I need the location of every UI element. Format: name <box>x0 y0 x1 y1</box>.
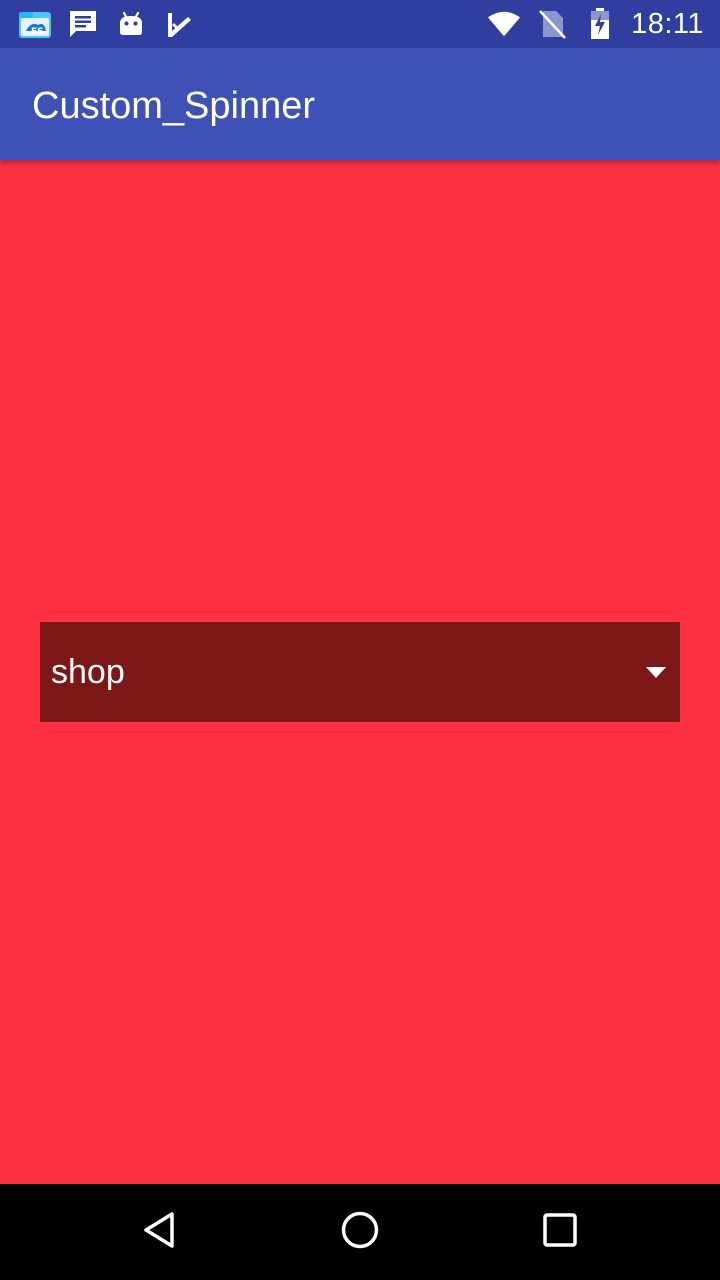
message-icon <box>66 8 100 40</box>
spinner-selected-value: shop <box>51 653 125 691</box>
app-title: Custom_Spinner <box>32 85 316 127</box>
back-icon <box>140 1210 180 1255</box>
home-button[interactable] <box>336 1208 384 1256</box>
wifi-icon <box>487 8 521 40</box>
battery-charging-icon <box>583 8 617 40</box>
navigation-bar <box>0 1184 720 1280</box>
file-manager-icon: ES <box>18 8 52 40</box>
recents-icon <box>542 1212 578 1253</box>
notification-icons: ES <box>18 8 196 40</box>
app-bar: Custom_Spinner <box>0 48 720 160</box>
status-bar: ES 18:11 <box>0 0 720 48</box>
checkmark-app-icon <box>162 8 196 40</box>
system-icons: 18:11 <box>487 0 704 48</box>
dropdown-arrow-icon <box>646 666 666 678</box>
status-clock: 18:11 <box>631 7 704 40</box>
back-button[interactable] <box>136 1208 184 1256</box>
recents-button[interactable] <box>536 1208 584 1256</box>
home-icon <box>340 1210 380 1255</box>
no-sim-icon <box>535 8 569 40</box>
app-screen: ES 18:11 Custom_Spinner shop <box>0 0 720 1280</box>
svg-text:ES: ES <box>31 27 44 37</box>
android-icon <box>114 8 148 40</box>
custom-spinner[interactable]: shop <box>40 622 680 722</box>
